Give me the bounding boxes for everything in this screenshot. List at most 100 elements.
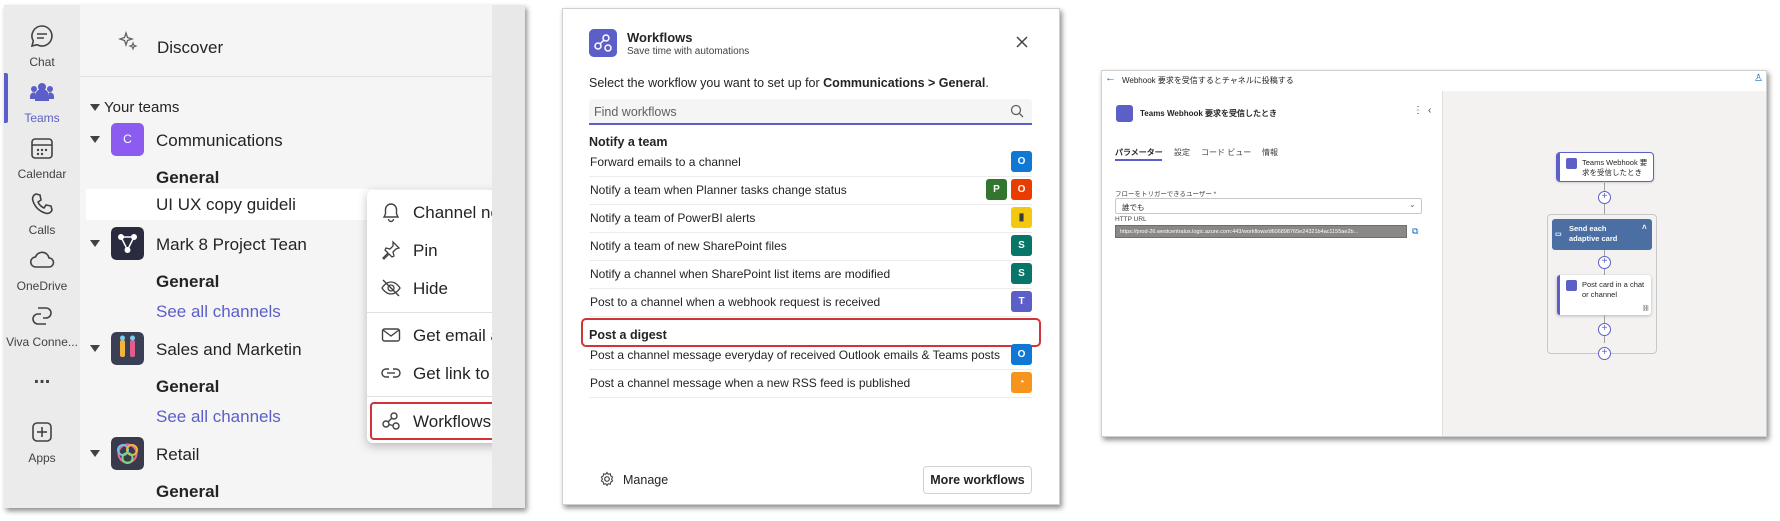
tab-parameters[interactable]: パラメーター	[1115, 147, 1163, 158]
rail-apps[interactable]: Apps	[4, 407, 80, 467]
workflow-item-webhook[interactable]: Post to a channel when a webhook request…	[589, 287, 1032, 317]
chevron-down-icon: ⌄	[1409, 200, 1416, 209]
loop-icon: ▭	[1555, 231, 1562, 238]
http-url-field[interactable]: https://prod-26.westcentralus.logic.azur…	[1115, 225, 1407, 238]
calendar-icon	[31, 138, 53, 159]
channel-general[interactable]: General	[156, 168, 219, 188]
outlook-icon: O	[1011, 151, 1032, 172]
trigger-node[interactable]: Teams Webhook 要求を受信したとき	[1556, 152, 1654, 182]
workflow-item[interactable]: Notify a team of PowerBI alerts ▮	[589, 203, 1032, 233]
collapse-icon[interactable]: ‹	[1428, 105, 1431, 116]
who-can-trigger-select[interactable]: 誰でも ⌄	[1115, 198, 1422, 214]
add-step-icon[interactable]: +	[1598, 323, 1611, 336]
trigger-details-pane: Teams Webhook 要求を受信したとき ⋮ ‹ パラメーター 設定 コー…	[1102, 91, 1443, 436]
chevron-up-icon[interactable]: ˄	[1642, 223, 1647, 232]
search-box	[589, 99, 1032, 125]
team-avatar	[111, 332, 144, 365]
chat-icon	[30, 25, 53, 48]
back-arrow-icon[interactable]: ←	[1105, 72, 1116, 84]
dialog-title: Workflows	[627, 30, 693, 45]
channel-ui-ux[interactable]: UI UX copy guideli	[156, 195, 296, 215]
chevron-down-icon	[90, 450, 100, 457]
teams-list: Discover Your teams C Communications Gen…	[80, 5, 525, 508]
tab-about[interactable]: 情報	[1262, 147, 1278, 158]
outlook-icon: O	[1011, 344, 1032, 365]
node-label: Send each adaptive card	[1569, 224, 1618, 243]
sparkle-icon	[118, 31, 138, 51]
calls-icon	[31, 193, 53, 215]
see-all-channels-link[interactable]: See all channels	[156, 302, 281, 322]
search-input[interactable]	[594, 102, 994, 122]
workflow-item[interactable]: Post a channel message everyday of recei…	[589, 340, 1032, 370]
team-name: Mark 8 Project Tean	[156, 235, 307, 254]
flow-name: Webhook 要求を受信するとチャネルに投稿する	[1122, 76, 1294, 85]
eye-off-icon	[381, 279, 401, 297]
workflow-item[interactable]: Notify a channel when SharePoint list it…	[589, 259, 1032, 289]
post-card-node[interactable]: Post card in a chat or channel ⛓	[1557, 275, 1651, 315]
team-communications[interactable]: C Communications	[80, 123, 492, 157]
workflow-label: Post to a channel when a webhook request…	[590, 295, 881, 309]
copy-icon[interactable]: ⧉	[1412, 226, 1418, 237]
close-icon[interactable]	[1013, 33, 1031, 51]
prompt-target: Communications > General	[823, 76, 986, 90]
workflow-item[interactable]: Notify a team when Planner tasks change …	[589, 175, 1032, 205]
channel-general[interactable]: General	[156, 377, 219, 397]
discover-row[interactable]: Discover	[80, 5, 492, 77]
prompt-suffix: .	[985, 76, 989, 90]
teams-icon: T	[1011, 291, 1032, 312]
chevron-down-icon	[90, 136, 100, 143]
rail-teams[interactable]: Teams	[4, 67, 80, 127]
your-teams-label: Your teams	[104, 99, 180, 116]
add-step-icon[interactable]: +	[1598, 256, 1611, 269]
rss-icon: ◔	[1011, 372, 1032, 393]
workflow-item[interactable]: Notify a team of new SharePoint files S	[589, 231, 1032, 261]
rail-viva[interactable]: Viva Conne...	[4, 291, 80, 351]
channel-general[interactable]: General	[156, 272, 219, 292]
teams-icon	[30, 83, 54, 101]
planner-icon: P	[986, 179, 1007, 200]
workflow-label: Post a channel message everyday of recei…	[590, 348, 1000, 362]
designer-topbar: ← Webhook 要求を受信するとチャネルに投稿する ♙	[1102, 71, 1766, 91]
person-icon[interactable]: ♙	[1754, 73, 1763, 84]
workflow-label: Post a channel message when a new RSS fe…	[590, 376, 911, 390]
see-all-channels-link[interactable]: See all channels	[156, 407, 281, 427]
scrollbar-track[interactable]	[492, 5, 525, 508]
add-step-icon[interactable]: +	[1598, 191, 1611, 204]
rail-calendar[interactable]: Calendar	[4, 123, 80, 183]
onedrive-icon	[29, 251, 55, 268]
more-workflows-button[interactable]: More workflows	[923, 466, 1032, 494]
more-options-icon[interactable]: ⋮	[1413, 105, 1423, 116]
workflow-item[interactable]: Forward emails to a channel O	[589, 147, 1032, 177]
teams-icon	[1566, 280, 1577, 291]
tab-settings[interactable]: 設定	[1174, 147, 1190, 158]
link-icon	[381, 368, 401, 378]
viva-icon	[32, 307, 52, 325]
dialog-prompt: Select the workflow you want to set up f…	[589, 76, 989, 90]
your-teams-header[interactable]: Your teams	[80, 99, 492, 119]
flow-designer: ← Webhook 要求を受信するとチャネルに投稿する ♙ Teams Webh…	[1101, 70, 1767, 437]
search-icon	[1010, 104, 1024, 118]
chevron-down-icon	[90, 240, 100, 247]
channel-general[interactable]: General	[156, 482, 219, 502]
node-label: Post card in a chat or channel	[1582, 280, 1645, 299]
menu-label: Hide	[413, 279, 448, 298]
powerbi-icon: ▮	[1011, 207, 1032, 228]
rail-viva-label: Viva Conne...	[6, 335, 78, 349]
sharepoint-icon: S	[1011, 235, 1032, 256]
rail-apps-label: Apps	[28, 451, 56, 465]
bell-icon	[382, 203, 400, 223]
workflows-logo-icon	[589, 29, 617, 57]
workflow-label: Forward emails to a channel	[590, 155, 741, 169]
workflow-item[interactable]: Post a channel message when a new RSS fe…	[589, 368, 1032, 398]
add-step-icon[interactable]: +	[1598, 347, 1611, 360]
node-label: Teams Webhook 要求を受信したとき	[1582, 158, 1648, 177]
rail-onedrive[interactable]: OneDrive	[4, 235, 80, 295]
tab-code-view[interactable]: コード ビュー	[1201, 147, 1251, 158]
more-icon: ...	[33, 366, 51, 388]
rail-chat[interactable]: Chat	[4, 11, 80, 71]
url-label: HTTP URL	[1115, 216, 1147, 223]
team-avatar	[111, 437, 144, 470]
foreach-node[interactable]: ▭ Send each adaptive card ˄	[1552, 219, 1652, 250]
active-tab-indicator	[1115, 159, 1162, 161]
rail-calls[interactable]: Calls	[4, 179, 80, 239]
